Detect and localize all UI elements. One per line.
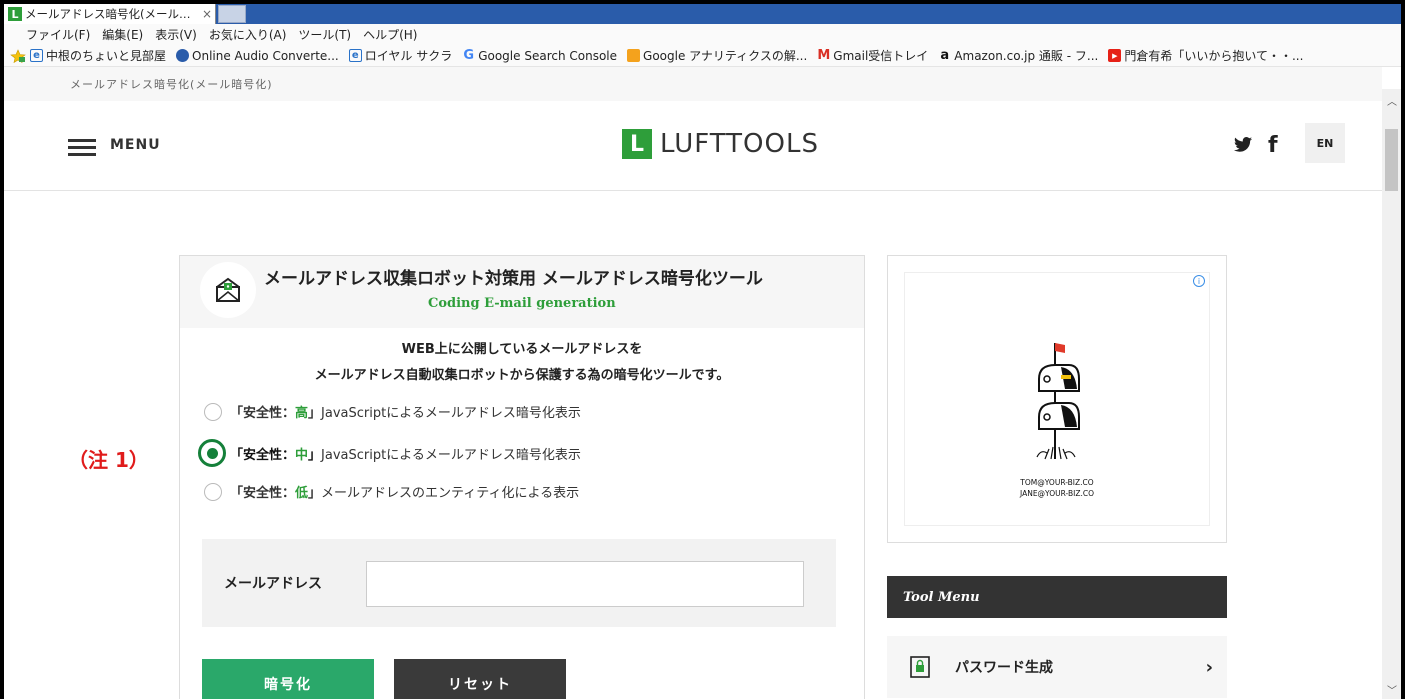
favorites-star-icon[interactable] [10, 48, 26, 63]
favorite-link[interactable]: Google アナリティクスの解... [627, 47, 807, 64]
option-text: JavaScriptによるメールアドレス暗号化表示 [321, 447, 581, 463]
web-page: メールアドレス暗号化(メール暗号化) MENU L LUFTTOOLS f EN [4, 67, 1382, 699]
menu-bar: ファイル(F) 編集(E) 表示(V) お気に入り(A) ツール(T) ヘルプ(… [4, 24, 1401, 45]
gmail-icon: M [817, 48, 831, 63]
tool-card: メールアドレス収集ロボット対策用 メールアドレス暗号化ツール Coding E-… [179, 255, 865, 699]
tool-menu-heading: Tool Menu [887, 576, 1227, 618]
tool-title: メールアドレス収集ロボット対策用 メールアドレス暗号化ツール [264, 269, 763, 289]
ie-icon: e [348, 49, 362, 62]
scrollbar-thumb[interactable] [1385, 129, 1398, 191]
favorite-link[interactable]: G Google Search Console [462, 48, 617, 63]
favorite-link[interactable]: ▶ 門倉有希「いいから抱いて・・... [1108, 47, 1303, 64]
new-tab-button[interactable] [218, 5, 246, 23]
menu-tools[interactable]: ツール(T) [298, 26, 351, 43]
annotation-note: （注 1） [68, 448, 149, 472]
ad-creative[interactable]: i TOM@YOUR-BIZ.CO JANE@YOUR-BIZ.CO [904, 272, 1210, 526]
audio-converter-icon [176, 49, 190, 62]
menu-edit[interactable]: 編集(E) [102, 26, 143, 43]
browser-window: L メールアドレス暗号化(メール… × ファイル(F) 編集(E) 表示(V) … [4, 4, 1401, 699]
favorite-link[interactable]: e 中根のちょいと見部屋 [30, 47, 166, 64]
option-text: JavaScriptによるメールアドレス暗号化表示 [321, 406, 581, 421]
mailbox-illustration [1036, 343, 1080, 460]
ad-text: JANE@YOUR-BIZ.CO [1020, 489, 1094, 498]
vertical-scrollbar[interactable]: ︿ ﹀ [1382, 89, 1401, 699]
menu-view[interactable]: 表示(V) [155, 26, 197, 43]
tool-description-line2: メールアドレス自動収集ロボットから保護する為の暗号化ツールです。 [314, 368, 730, 383]
tool-menu-item-password[interactable]: パスワード生成 › [887, 636, 1227, 698]
email-label: メールアドレス [224, 576, 322, 592]
menu-file[interactable]: ファイル(F) [26, 26, 90, 43]
breadcrumb: メールアドレス暗号化(メール暗号化) [70, 78, 273, 91]
encrypt-button[interactable]: 暗号化 [202, 659, 374, 699]
scroll-up-icon[interactable]: ︿ [1387, 93, 1397, 108]
tool-card-header: メールアドレス収集ロボット対策用 メールアドレス暗号化ツール Coding E-… [180, 256, 864, 328]
adchoices-icon[interactable]: i [1193, 275, 1205, 287]
ie-icon: e [30, 49, 43, 62]
tab-title: メールアドレス暗号化(メール… [25, 7, 191, 21]
language-toggle-button[interactable]: EN [1305, 123, 1345, 163]
twitter-icon[interactable] [1234, 137, 1252, 157]
tool-description-line1: WEB上に公開しているメールアドレスを [401, 342, 643, 357]
radio-button-selected[interactable] [198, 439, 226, 467]
tool-subtitle: Coding E-mail generation [428, 296, 616, 311]
browser-tab-active[interactable]: L メールアドレス暗号化(メール… × [4, 4, 216, 24]
radio-button[interactable] [204, 402, 222, 421]
site-header: MENU L LUFTTOOLS f EN [4, 101, 1382, 191]
security-option-low[interactable]: 「安全性： 低 」 メールアドレスのエンティティ化による表示 [204, 482, 579, 501]
facebook-icon[interactable]: f [1268, 133, 1278, 158]
favorites-bar: e 中根のちょいと見部屋 Online Audio Converte... e … [4, 45, 1401, 67]
reset-button[interactable]: リセット [394, 659, 566, 699]
analytics-icon [627, 49, 641, 62]
logo-text: LUFTTOOLS [660, 129, 819, 159]
favorite-link[interactable]: a Amazon.co.jp 通販 - フ... [938, 47, 1098, 64]
logo-mark-icon: L [622, 129, 652, 159]
email-input-panel: メールアドレス [202, 539, 836, 627]
ad-text: TOM@YOUR-BIZ.CO [1020, 478, 1094, 487]
password-lock-icon [909, 654, 931, 680]
tab-close-icon[interactable]: × [199, 7, 215, 21]
encrypted-mail-icon [200, 262, 256, 318]
chevron-right-icon: › [1205, 656, 1213, 678]
menu-favorites[interactable]: お気に入り(A) [209, 26, 287, 43]
security-option-medium[interactable]: 「安全性： 中 」 JavaScriptによるメールアドレス暗号化表示 [198, 439, 581, 467]
amazon-icon: a [940, 48, 950, 63]
radio-button[interactable] [204, 482, 222, 501]
menu-help[interactable]: ヘルプ(H) [363, 26, 417, 43]
tool-menu-item-label: パスワード生成 [955, 660, 1053, 676]
email-field[interactable] [366, 561, 804, 607]
favorite-link[interactable]: e ロイヤル サクラ [348, 47, 452, 64]
site-logo[interactable]: L LUFTTOOLS [622, 129, 819, 159]
option-text: メールアドレスのエンティティ化による表示 [321, 486, 580, 501]
advertisement[interactable]: i TOM@YOUR-BIZ.CO JANE@YOUR-BIZ.CO [887, 255, 1227, 543]
favorite-link[interactable]: M Gmail受信トレイ [817, 47, 928, 64]
menu-label[interactable]: MENU [110, 137, 161, 153]
favorite-link[interactable]: Online Audio Converte... [176, 49, 339, 63]
tab-bar: L メールアドレス暗号化(メール… × [4, 4, 1401, 24]
security-option-high[interactable]: 「安全性： 高 」 JavaScriptによるメールアドレス暗号化表示 [204, 402, 581, 421]
scroll-down-icon[interactable]: ﹀ [1387, 682, 1397, 697]
google-icon: G [463, 48, 475, 63]
lufttools-favicon-icon: L [8, 7, 22, 21]
youtube-icon: ▶ [1108, 49, 1122, 62]
hamburger-menu-icon[interactable] [68, 139, 96, 156]
